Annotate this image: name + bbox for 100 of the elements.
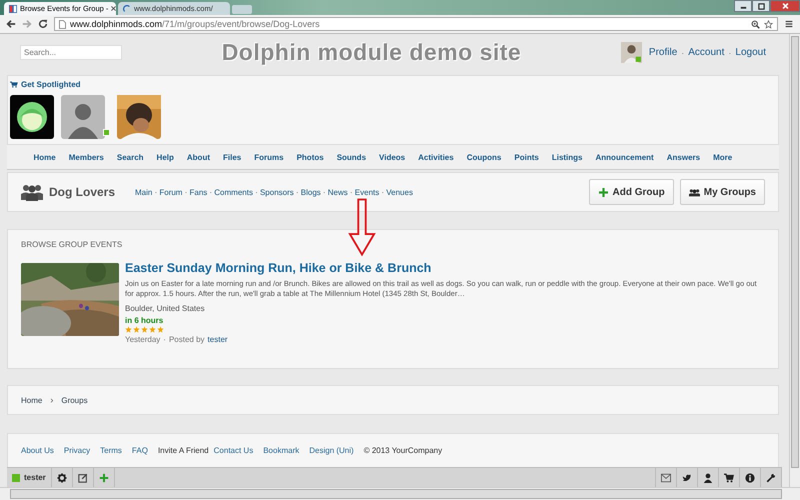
- separator-dot: ·: [728, 48, 732, 58]
- footer-link[interactable]: Bookmark: [263, 446, 300, 455]
- section-heading: BROWSE GROUP EVENTS: [21, 240, 124, 249]
- nav-link[interactable]: About: [180, 152, 216, 162]
- bird-icon: [682, 472, 692, 482]
- nav-link[interactable]: Activities: [412, 152, 460, 162]
- nav-link[interactable]: Members: [62, 152, 110, 162]
- zoom-icon[interactable]: [751, 20, 760, 28]
- cart-icon: [724, 472, 734, 482]
- nav-link[interactable]: Photos: [290, 152, 330, 162]
- user-link[interactable]: Account: [688, 47, 724, 58]
- group-menu-link[interactable]: Venues: [386, 188, 413, 196]
- settings-icon: [56, 472, 67, 482]
- plus-icon: [98, 472, 109, 482]
- wrench-icon: [766, 472, 776, 482]
- user-link[interactable]: Logout: [735, 47, 766, 58]
- group-menu-link[interactable]: News: [328, 188, 348, 196]
- nav-link[interactable]: Forums: [248, 152, 290, 162]
- nav-link[interactable]: Videos: [372, 152, 412, 162]
- separator-dot: ·: [381, 187, 384, 197]
- separator-dot: ·: [322, 187, 326, 197]
- silhouette-avatar[interactable]: [61, 95, 105, 139]
- footer-text: Invite A Friend: [158, 446, 209, 455]
- event-time: in 6 hours: [125, 316, 164, 325]
- nav-link[interactable]: Listings: [545, 152, 589, 162]
- author-link[interactable]: tester: [208, 335, 228, 344]
- footer-link[interactable]: About Us: [21, 446, 54, 455]
- footer-link[interactable]: Privacy: [64, 446, 90, 455]
- breadcrumb-link[interactable]: Home: [21, 396, 42, 404]
- group-menu-link[interactable]: Blogs: [300, 188, 321, 196]
- group-menu-link[interactable]: Main: [135, 188, 152, 196]
- cart-icon: [10, 81, 18, 88]
- separator-dot: ·: [209, 187, 212, 197]
- group-name: Dog Lovers: [49, 185, 116, 199]
- event-title[interactable]: Easter Sunday Morning Run, Hike or Bike & Brunch: [125, 261, 765, 275]
- group-icon: [21, 183, 43, 201]
- menu-icon[interactable]: [784, 19, 794, 29]
- nav-link[interactable]: Answers: [660, 152, 707, 162]
- separator-dot: ·: [296, 187, 299, 197]
- people-icon: [688, 188, 700, 196]
- separator-dot: ·: [350, 187, 353, 197]
- url-text: www.dolphinmods.com/71/m/groups/event/browse/Dog-Lovers: [70, 19, 321, 29]
- group-menu-link[interactable]: Comments: [214, 188, 253, 196]
- star-icon[interactable]: [764, 20, 773, 28]
- info-icon: [745, 472, 755, 482]
- group-menu-link[interactable]: Events: [354, 188, 380, 196]
- address-bar[interactable]: www.dolphinmods.com/71/m/groups/event/browse/Dog-Lovers: [54, 17, 778, 31]
- action-button[interactable]: My Groups: [680, 179, 765, 205]
- nav-link[interactable]: Sounds: [330, 152, 373, 162]
- nav-link[interactable]: Announcement: [589, 152, 660, 162]
- favicon-icon: [9, 4, 17, 12]
- page-icon: [59, 20, 66, 28]
- spotlight-link[interactable]: Get Spotlighted: [21, 80, 81, 89]
- minimize-button[interactable]: [734, 0, 752, 12]
- nav-link[interactable]: Coupons: [460, 152, 508, 162]
- back-icon[interactable]: [6, 19, 16, 29]
- edit-icon: [78, 472, 88, 482]
- user-avatar[interactable]: [620, 42, 642, 63]
- close-icon[interactable]: [111, 6, 116, 11]
- loading-icon: [123, 4, 131, 12]
- nav-link[interactable]: More: [706, 152, 739, 162]
- maximize-icon: [756, 2, 766, 10]
- group-menu-link[interactable]: Sponsors: [260, 188, 294, 196]
- close-button[interactable]: [770, 0, 800, 12]
- person-icon: [703, 472, 713, 482]
- envelope-icon: [661, 472, 671, 482]
- separator-dot: ·: [163, 335, 166, 344]
- breadcrumb-separator: ›: [50, 395, 54, 405]
- reload-icon[interactable]: [38, 19, 48, 29]
- footer-link[interactable]: Terms: [100, 446, 122, 455]
- action-button[interactable]: Add Group: [588, 179, 674, 205]
- footer-link[interactable]: Contact Us: [214, 446, 254, 455]
- arrow-annotation: [348, 197, 376, 258]
- posted-by-label: Posted by: [168, 335, 205, 344]
- vertical-scrollbar[interactable]: [789, 34, 800, 487]
- group-menu-link[interactable]: Fans: [189, 188, 208, 196]
- user-link[interactable]: Profile: [648, 47, 678, 58]
- separator-dot: ·: [184, 187, 188, 197]
- footer-link[interactable]: Design (Uni): [309, 446, 354, 455]
- footer-text: © 2013 YourCompany: [364, 446, 442, 455]
- group-menu-link[interactable]: Forum: [159, 188, 182, 196]
- nav-link[interactable]: Search: [110, 152, 150, 162]
- close-icon: [780, 2, 790, 10]
- separator-dot: ·: [154, 187, 158, 197]
- breadcrumb-link[interactable]: Groups: [61, 396, 88, 404]
- nav-link[interactable]: Help: [150, 152, 180, 162]
- maximize-button[interactable]: [752, 0, 770, 12]
- separator-dot: ·: [254, 187, 258, 197]
- plus-icon: [598, 188, 609, 196]
- nav-link[interactable]: Home: [27, 152, 62, 162]
- cartoon-avatar[interactable]: [10, 95, 54, 139]
- event-location: Boulder, United States: [125, 304, 206, 313]
- horizontal-scrollbar[interactable]: [0, 487, 800, 500]
- nav-link[interactable]: Files: [216, 152, 248, 162]
- separator-dot: ·: [681, 48, 684, 58]
- search-field[interactable]: Search...: [20, 45, 122, 60]
- site-title: Dolphin module demo site: [220, 39, 522, 66]
- nav-link[interactable]: Points: [508, 152, 546, 162]
- event-date: Yesterday: [125, 335, 160, 344]
- footer-link[interactable]: FAQ: [132, 446, 148, 455]
